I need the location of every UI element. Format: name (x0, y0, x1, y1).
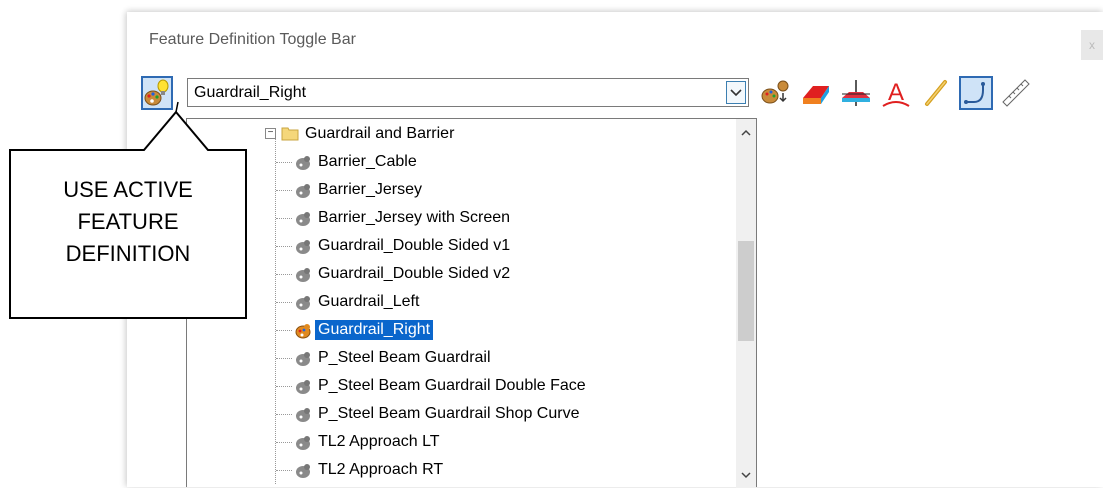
close-button[interactable]: x (1081, 30, 1103, 60)
civil-toggle-icon (964, 82, 985, 104)
tree-item-label: TL2 Approach RT (318, 461, 444, 478)
tree-item-label: Guardrail_Right (315, 320, 434, 340)
match-feature-icon (761, 80, 789, 104)
linear-element-icon (925, 80, 947, 106)
callout-line: FEATURE (77, 209, 179, 234)
tree-item-label: Guardrail_Left (318, 293, 420, 310)
tree-item-label: P_Steel Beam Guardrail (318, 349, 491, 366)
feature-definition-dropdown[interactable]: − Guardrail and Barrier Barrier_Cable Ba… (186, 118, 757, 488)
scroll-thumb[interactable] (738, 241, 754, 341)
feature-palette-icon (296, 408, 310, 422)
cross-section-button[interactable] (839, 76, 873, 110)
surface-template-icon (803, 86, 829, 104)
feature-palette-icon (296, 156, 310, 170)
folder-icon (281, 127, 299, 141)
feature-palette-icon (296, 184, 310, 198)
text-style-button[interactable]: A (879, 76, 913, 110)
surface-template-button[interactable] (799, 76, 833, 110)
tree-item-label: P_Steel Beam Guardrail Shop Curve (318, 405, 580, 422)
tree-item-label: Guardrail_Double Sided v1 (318, 237, 511, 254)
combo-dropdown-button[interactable] (726, 81, 746, 104)
combo-selected-value: Guardrail_Right (194, 84, 307, 101)
callout-line: DEFINITION (65, 241, 191, 266)
palette-lightbulb-icon (144, 79, 169, 106)
ruler-icon (1002, 79, 1030, 107)
tree-item-label: Guardrail_Double Sided v2 (318, 265, 511, 282)
tree-item-label: TL2 Approach LT (318, 433, 440, 450)
match-feature-button[interactable] (759, 76, 793, 110)
scroll-down-icon[interactable] (740, 469, 752, 481)
feature-palette-icon (296, 212, 310, 226)
title-bar[interactable]: Feature Definition Toggle Bar x (127, 12, 1103, 72)
callout-text: USE ACTIVE FEATURE DEFINITION (10, 174, 246, 270)
feature-palette-icon (296, 436, 310, 450)
feature-palette-icon (296, 464, 310, 478)
scroll-up-icon[interactable] (740, 127, 752, 139)
tree-item-label: Barrier_Cable (318, 153, 417, 170)
linear-element-button[interactable] (919, 76, 953, 110)
feature-palette-active-icon (295, 324, 311, 339)
cross-section-icon (842, 80, 870, 106)
callout-line: USE ACTIVE (63, 177, 193, 202)
feature-palette-icon (296, 296, 310, 310)
use-active-feature-definition-button[interactable] (141, 76, 173, 110)
window-title: Feature Definition Toggle Bar (149, 31, 356, 48)
folder-label: Guardrail and Barrier (305, 125, 455, 142)
chevron-down-icon (730, 89, 742, 97)
feature-palette-icon (296, 240, 310, 254)
collapse-toggle-icon[interactable]: − (265, 128, 276, 139)
tree-item-label: Barrier_Jersey (318, 181, 423, 198)
ruler-button[interactable] (999, 76, 1033, 110)
civil-toggle-button[interactable] (959, 76, 993, 110)
feature-palette-icon (296, 352, 310, 366)
feature-definition-combo[interactable]: Guardrail_Right (187, 78, 749, 107)
text-style-icon: A (882, 79, 910, 107)
tree-item-label: Barrier_Jersey with Screen (318, 209, 511, 226)
feature-palette-icon (296, 268, 310, 282)
vertical-scrollbar[interactable] (736, 119, 756, 488)
feature-palette-icon (296, 380, 310, 394)
tree-item-label: P_Steel Beam Guardrail Double Face (318, 377, 586, 394)
